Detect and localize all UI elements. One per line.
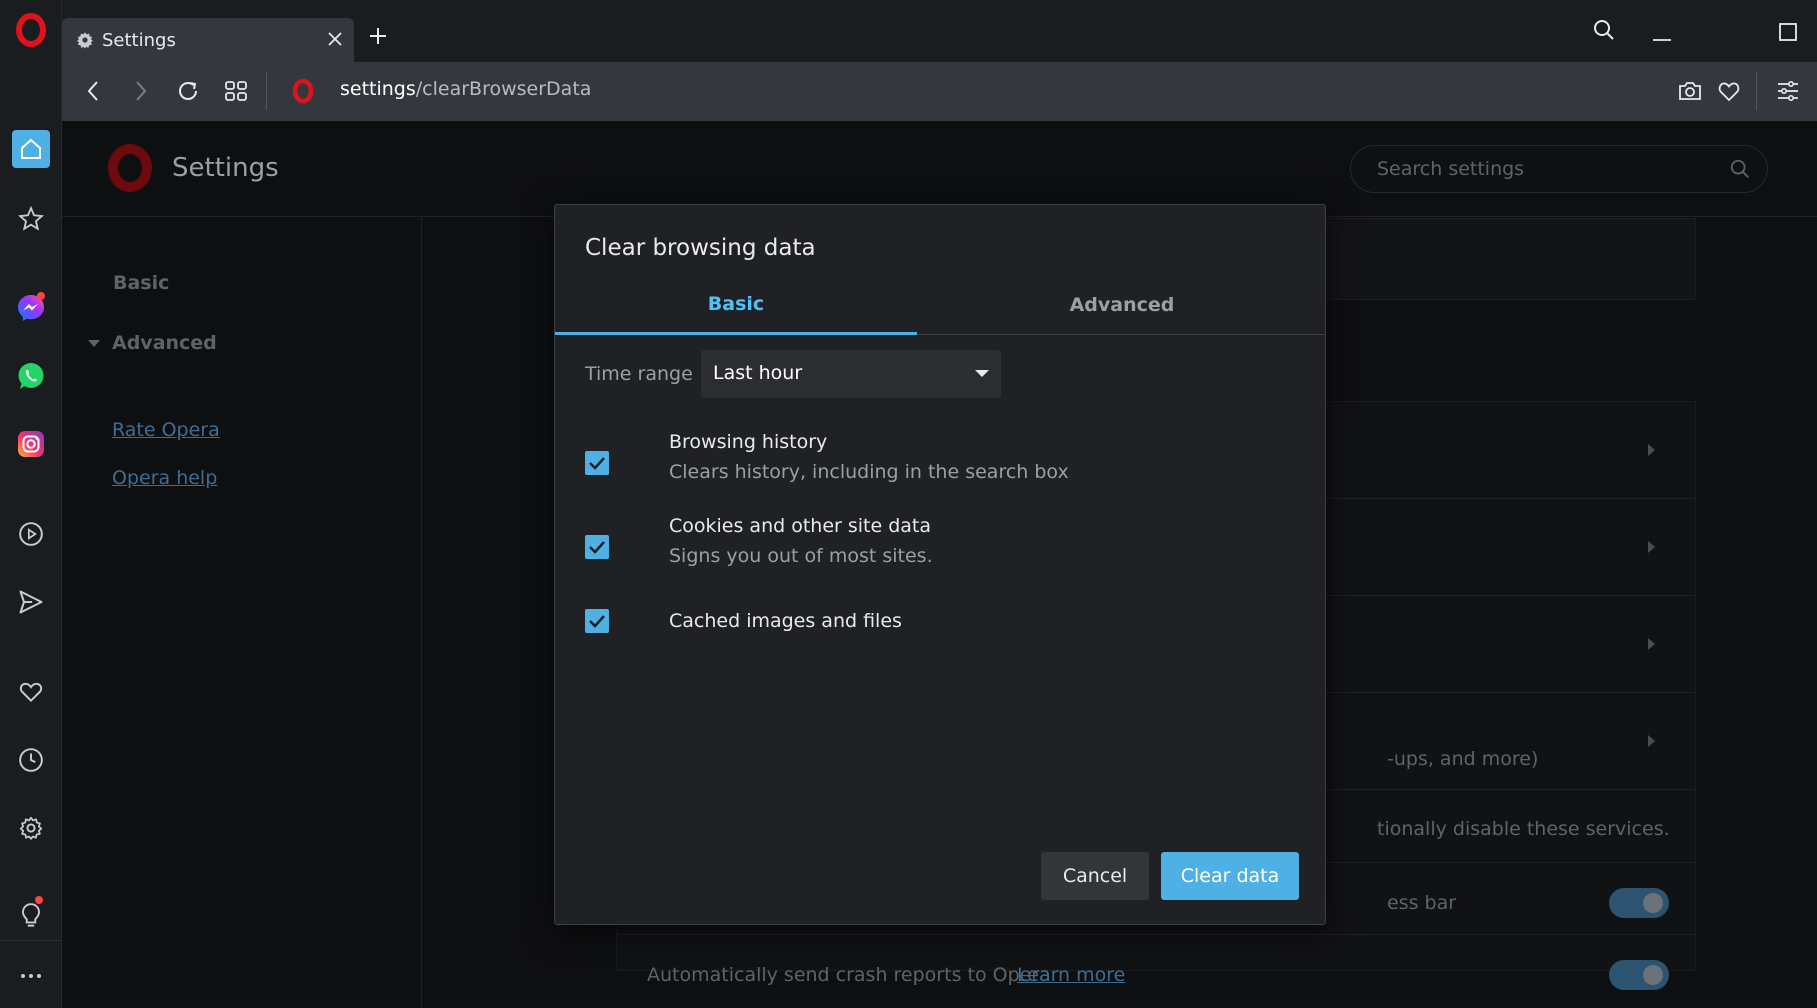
forward-icon[interactable] (128, 79, 152, 103)
settings-nav: Basic Advanced Rate Opera Opera help (62, 218, 422, 1008)
more-icon[interactable] (9, 954, 53, 998)
tab-settings[interactable]: Settings (62, 18, 354, 62)
opera-logo (106, 143, 154, 193)
option-title: Cached images and files (669, 610, 902, 632)
search-tabs-icon[interactable] (1592, 18, 1616, 42)
home-icon[interactable] (12, 130, 50, 168)
instagram-icon[interactable] (9, 422, 53, 466)
chevron-right-icon (1648, 541, 1655, 553)
clear-data-button[interactable]: Clear data (1161, 852, 1299, 900)
tab-title: Settings (102, 29, 176, 51)
time-range-value: Last hour (713, 362, 803, 384)
dialog-title: Clear browsing data (585, 235, 816, 261)
option-title: Cookies and other site data (669, 515, 932, 537)
heart-icon[interactable] (9, 670, 53, 714)
nav-basic[interactable]: Basic (113, 272, 169, 294)
rate-opera-link[interactable]: Rate Opera (112, 419, 220, 441)
search-placeholder: Search settings (1377, 158, 1525, 180)
whatsapp-icon[interactable] (9, 354, 53, 398)
time-range-label: Time range (585, 363, 693, 385)
gear-icon[interactable] (9, 806, 53, 850)
url-scheme: settings (340, 78, 416, 100)
chevron-right-icon (1648, 735, 1655, 747)
minimize-icon[interactable] (1652, 28, 1672, 42)
cookies-checkbox[interactable] (585, 535, 609, 559)
chevron-down-icon (975, 370, 989, 377)
url-path: /clearBrowserData (415, 78, 592, 100)
address-bar-toolbar: settings/clearBrowserData (62, 62, 1817, 121)
reload-icon[interactable] (176, 79, 200, 103)
address-bar-toggle[interactable] (1609, 888, 1669, 918)
lightbulb-icon[interactable] (9, 894, 53, 938)
chevron-right-icon (1648, 638, 1655, 650)
sidebar (0, 0, 62, 1008)
chevron-down-icon (88, 340, 100, 347)
clear-browsing-data-dialog: Clear browsing data Basic Advanced Time … (554, 204, 1326, 925)
popups-text: -ups, and more) (1387, 748, 1539, 770)
gear-icon (76, 31, 94, 49)
search-settings-input[interactable]: Search settings (1350, 145, 1768, 193)
snapshot-icon[interactable] (1678, 80, 1702, 102)
url-field[interactable]: settings/clearBrowserData (340, 78, 591, 100)
learn-more-link[interactable]: Learn more (1017, 964, 1125, 986)
nav-advanced[interactable]: Advanced (112, 332, 217, 354)
services-text: tionally disable these services. (1377, 818, 1670, 840)
easy-setup-icon[interactable] (1776, 80, 1800, 102)
tab-advanced[interactable]: Advanced (941, 275, 1303, 335)
option-description: Clears history, including in the search … (669, 461, 1069, 483)
toolbar-divider (1756, 72, 1757, 110)
option-title: Browsing history (669, 431, 828, 453)
send-icon[interactable] (9, 580, 53, 624)
toolbar-divider (266, 72, 267, 110)
settings-card (1322, 218, 1696, 300)
back-icon[interactable] (82, 79, 106, 103)
dialog-tabs: Basic Advanced (555, 275, 1325, 335)
maximize-icon[interactable] (1778, 22, 1798, 42)
opera-menu-icon[interactable] (9, 8, 53, 52)
player-icon[interactable] (9, 512, 53, 556)
address-bar-text: ess bar (1387, 892, 1457, 914)
page-title: Settings (172, 153, 279, 183)
cancel-button[interactable]: Cancel (1041, 852, 1149, 900)
tab-basic[interactable]: Basic (555, 275, 917, 335)
opera-site-icon[interactable] (292, 78, 314, 104)
history-icon[interactable] (9, 738, 53, 782)
close-tab-icon[interactable] (326, 30, 344, 48)
browsing-history-checkbox[interactable] (585, 451, 609, 475)
tab-strip: Settings (62, 0, 1817, 62)
messenger-icon[interactable] (9, 286, 53, 330)
new-tab-icon[interactable] (368, 26, 388, 46)
bookmark-heart-icon[interactable] (1717, 80, 1741, 102)
search-icon (1729, 158, 1751, 180)
star-icon[interactable] (9, 197, 53, 241)
speed-dial-icon[interactable] (224, 79, 248, 103)
chevron-right-icon (1648, 444, 1655, 456)
time-range-select[interactable]: Last hour (701, 350, 1001, 398)
crash-reports-toggle[interactable] (1609, 960, 1669, 990)
crash-reports-text: Automatically send crash reports to Oper… (647, 964, 1051, 986)
cached-images-checkbox[interactable] (585, 609, 609, 633)
settings-header: Settings Search settings (62, 121, 1817, 217)
option-description: Signs you out of most sites. (669, 545, 933, 567)
opera-help-link[interactable]: Opera help (112, 467, 217, 489)
